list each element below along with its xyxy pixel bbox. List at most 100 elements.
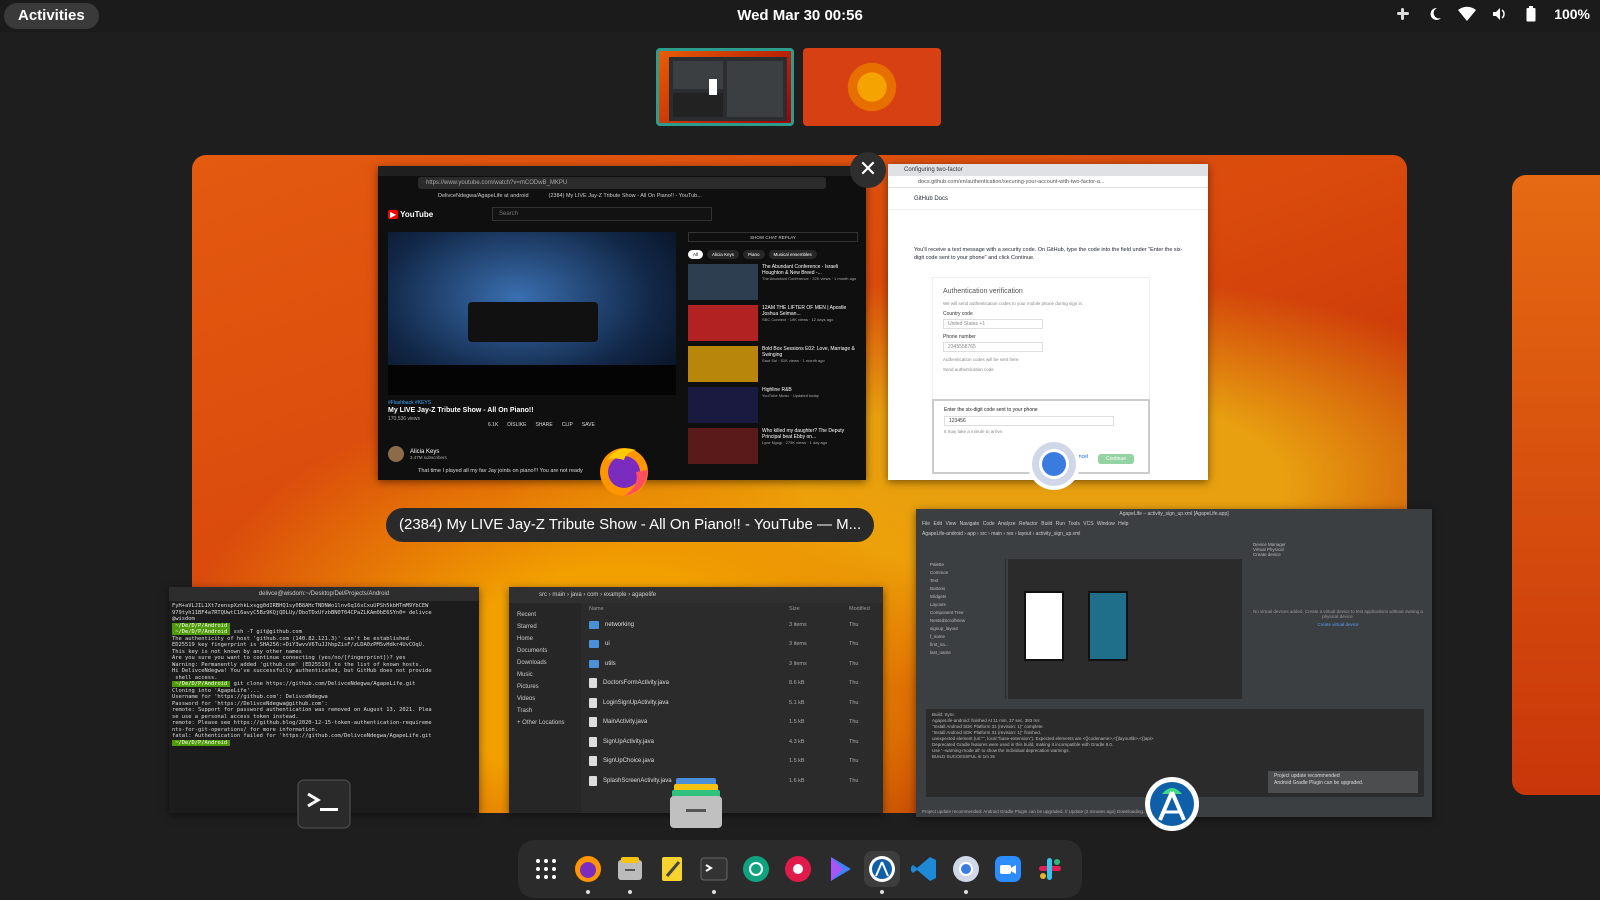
battery-icon[interactable] — [1522, 5, 1540, 23]
palette-item[interactable]: first_na... — [930, 641, 1001, 649]
notification-body[interactable]: Android Gradle Plugin can be upgraded. — [1274, 780, 1412, 787]
recommendation-title[interactable]: Bold Box Sessions E02: Love, Marriage & … — [762, 346, 858, 358]
col-size[interactable]: Size — [789, 606, 849, 612]
channel-avatar[interactable] — [388, 446, 404, 462]
files-sidebar-item[interactable]: Recent — [509, 609, 581, 621]
file-row[interactable]: utils 3 items Thu — [585, 654, 883, 674]
recommendation-title[interactable]: Who killed my daughter? The Deputy Princ… — [762, 428, 858, 440]
dock-show-apps-icon[interactable] — [528, 851, 564, 887]
blueprint-preview[interactable] — [1088, 591, 1128, 661]
dock-text-editor-icon[interactable] — [654, 851, 690, 887]
palette-item[interactable]: last_name — [930, 649, 1001, 657]
phone-field[interactable]: 2345558765 — [943, 342, 1043, 352]
video-hashtags[interactable]: #Flashback #KEYS — [388, 400, 678, 406]
workspace-thumbnail-1[interactable] — [656, 48, 794, 126]
col-modified[interactable]: Modified — [849, 606, 879, 612]
country-select[interactable]: United States +1 — [943, 319, 1043, 329]
android-studio-window[interactable]: AgapeLife – activity_sign_up.xml [AgapeL… — [916, 509, 1432, 817]
file-row[interactable]: networking 3 items Thu — [585, 615, 883, 635]
volume-icon[interactable] — [1490, 5, 1508, 23]
recommendation-item[interactable]: The Abundant Conference - Israeli Hought… — [688, 264, 858, 300]
path-segment[interactable]: com — [587, 592, 598, 598]
recommendation-item[interactable]: Bold Box Sessions E02: Love, Marriage & … — [688, 346, 858, 382]
github-docs-logo[interactable]: GitHub Docs — [914, 196, 948, 202]
design-preview[interactable] — [1024, 591, 1064, 661]
recommendation-title[interactable]: 12AM THE LIFTER OF MEN | Apostle Joshua … — [762, 305, 858, 317]
path-segment[interactable]: main — [552, 592, 565, 598]
file-row[interactable]: ui 3 items Thu — [585, 635, 883, 655]
as-breadcrumb[interactable]: AgapeLife-android › app › src › main › r… — [916, 529, 1432, 539]
clip-button[interactable]: CLIP — [562, 422, 573, 428]
share-button[interactable]: SHARE — [535, 422, 552, 428]
palette-item[interactable]: NestedScrollView — [930, 617, 1001, 625]
dock-terminal-icon[interactable] — [696, 851, 732, 894]
show-chat-replay-button[interactable]: SHOW CHAT REPLAY — [688, 232, 858, 242]
files-sidebar-item[interactable]: Music — [509, 669, 581, 681]
continue-button[interactable]: Continue — [1097, 454, 1134, 464]
files-sidebar-item[interactable]: + Other Locations — [509, 717, 581, 729]
terminal-output[interactable]: FyH+aVLJIL1Xt7zenspXzhkLxsgg0dIRBHQ1sy0B… — [169, 601, 479, 748]
path-segment[interactable]: src — [539, 592, 547, 598]
recommendation-title[interactable]: The Abundant Conference - Israeli Hought… — [762, 264, 858, 276]
chip-alicia-keys[interactable]: Alicia Keys — [707, 250, 740, 259]
chip-musical-ensembles[interactable]: Musical ensembles — [768, 250, 817, 259]
file-row[interactable]: SignUpActivity.java 4.3 kB Thu — [585, 732, 883, 752]
clock-label[interactable]: Wed Mar 30 00:56 — [737, 7, 863, 24]
dock-chrome-icon[interactable] — [948, 851, 984, 894]
recommendation-thumbnail[interactable] — [688, 305, 758, 341]
github-docs-window[interactable]: Configuring two-factor docs.github.com/e… — [888, 164, 1208, 480]
files-sidebar-item[interactable]: Pictures — [509, 681, 581, 693]
files-sidebar-item[interactable]: Home — [509, 633, 581, 645]
recommendation-item[interactable]: Highline R&B YouTube Music · Updated toda… — [688, 387, 858, 423]
close-window-button[interactable]: ✕ — [850, 152, 886, 188]
dock-zoom-icon[interactable] — [990, 851, 1026, 887]
video-player[interactable] — [388, 232, 676, 395]
file-row[interactable]: LoginSignUpActivity.java 5.1 kB Thu — [585, 693, 883, 713]
youtube-window[interactable]: https://www.youtube.com/watch?v=mCODwB_M… — [378, 166, 866, 480]
browser-tab-youtube[interactable]: (2384) My LIVE Jay-Z Tribute Show - All … — [549, 190, 702, 202]
file-row[interactable]: MainActivity.java 1.5 kB Thu — [585, 713, 883, 733]
dock-files-icon[interactable] — [612, 851, 648, 894]
palette-item[interactable]: Layouts — [930, 601, 1001, 609]
create-virtual-device-link[interactable]: Create virtual device — [1253, 622, 1423, 627]
as-menu-bar[interactable]: File Edit View Navigate Code Analyze Ref… — [916, 519, 1432, 529]
night-light-icon[interactable] — [1426, 5, 1444, 23]
dock-firefox-icon[interactable] — [570, 851, 606, 894]
youtube-search-input[interactable]: Search — [492, 207, 712, 221]
files-sidebar-item[interactable]: Downloads — [509, 657, 581, 669]
recommendation-thumbnail[interactable] — [688, 264, 758, 300]
recommendation-thumbnail[interactable] — [688, 428, 758, 464]
dislike-button[interactable]: DISLIKE — [507, 422, 526, 428]
palette-item[interactable]: Component Tree — [930, 609, 1001, 617]
file-row[interactable]: SplashScreenActivity.java 1.6 kB Thu — [585, 771, 883, 791]
next-workspace-preview[interactable] — [1512, 175, 1600, 795]
dock-vscode-icon[interactable] — [906, 851, 942, 887]
palette-item[interactable]: Buttons — [930, 585, 1001, 593]
col-name[interactable]: Name — [589, 606, 789, 612]
path-segment[interactable]: agapelife — [632, 592, 656, 598]
path-segment[interactable]: example — [604, 592, 627, 598]
dock-chatgpt-style-app-icon[interactable] — [738, 851, 774, 887]
update-notification[interactable]: Project update recommended Android Gradl… — [1268, 771, 1418, 793]
file-row[interactable]: SignUpChoice.java 1.5 kB Thu — [585, 752, 883, 772]
chip-all[interactable]: All — [688, 250, 704, 259]
youtube-address-bar[interactable]: https://www.youtube.com/watch?v=mCODwB_M… — [418, 177, 826, 189]
recommendation-item[interactable]: 12AM THE LIFTER OF MEN | Apostle Joshua … — [688, 305, 858, 341]
file-row[interactable]: DoctorsFormActivity.java 8.6 kB Thu — [585, 674, 883, 694]
save-button[interactable]: SAVE — [582, 422, 595, 428]
path-segment[interactable]: java — [571, 592, 582, 598]
palette-item[interactable]: Palette — [930, 561, 1001, 569]
workspace-thumbnail-2[interactable] — [803, 48, 941, 126]
dock-android-studio-icon[interactable] — [864, 851, 900, 894]
chrome-tab[interactable]: Configuring two-factor — [888, 164, 1208, 176]
palette-item[interactable]: f_name — [930, 633, 1001, 641]
recommendation-thumbnail[interactable] — [688, 387, 758, 423]
create-device-button[interactable]: Create device — [1253, 552, 1423, 557]
chip-piano[interactable]: Piano — [743, 250, 765, 259]
system-tray[interactable]: 100% — [1394, 5, 1590, 23]
files-path-bar[interactable]: src › main › java › com › example › agap… — [509, 587, 883, 603]
recommendation-item[interactable]: Who killed my daughter? The Deputy Princ… — [688, 428, 858, 464]
slack-tray-icon[interactable] — [1394, 5, 1412, 23]
as-palette[interactable]: Palette Common Text Buttons Widgets Layouts Co… — [926, 559, 1006, 699]
send-code-button[interactable]: Send authentication code — [943, 367, 1139, 372]
